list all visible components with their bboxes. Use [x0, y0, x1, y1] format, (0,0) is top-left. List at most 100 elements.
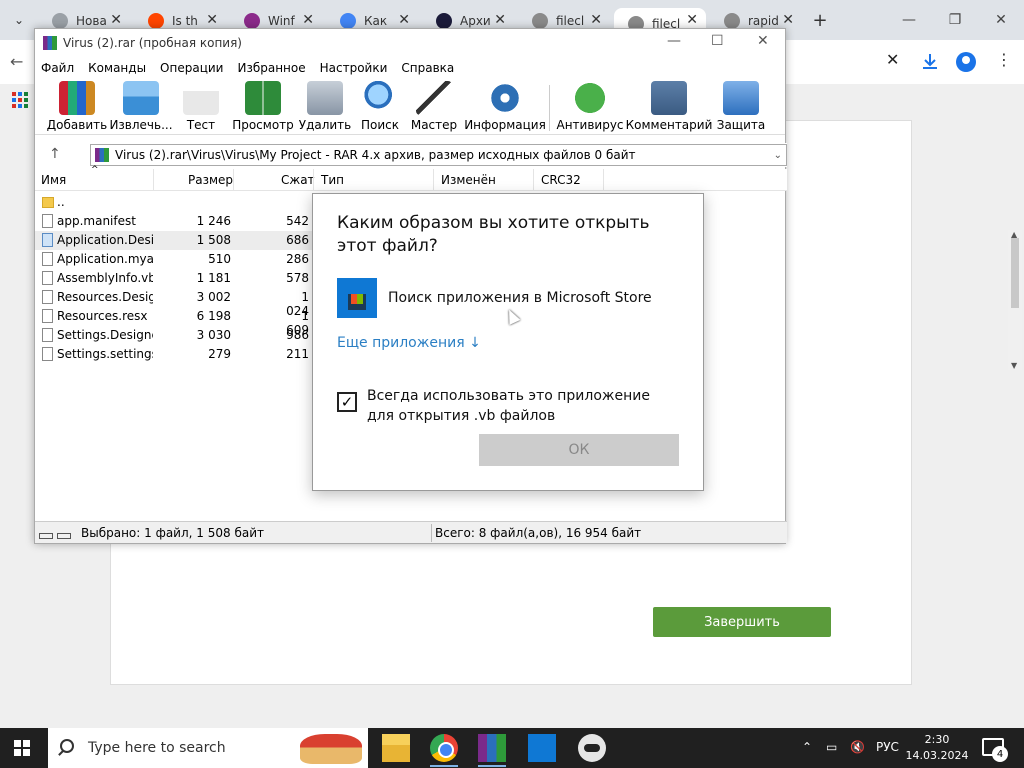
close-window-button[interactable]: ✕: [986, 8, 1016, 32]
tray-chevron-icon[interactable]: ⌃: [802, 740, 812, 754]
column-separator[interactable]: [313, 169, 314, 191]
page-scrollbar[interactable]: ▲ ▼: [1008, 230, 1022, 370]
column-separator[interactable]: [233, 169, 234, 191]
tab-close-icon[interactable]: ✕: [494, 12, 506, 28]
close-download-bubble-icon[interactable]: ✕: [886, 50, 899, 69]
column-separator[interactable]: [153, 169, 154, 191]
scroll-down-icon[interactable]: ▼: [1011, 361, 1017, 370]
minimize-button[interactable]: —: [894, 8, 924, 32]
file-name: Resources.Desig...: [57, 290, 153, 304]
winrar-menu-item[interactable]: Команды: [88, 61, 146, 75]
winrar-taskbar-icon[interactable]: [478, 734, 506, 762]
browser-tab-label: filecl: [556, 14, 585, 28]
back-arrow-icon[interactable]: ←: [10, 52, 23, 71]
file-row[interactable]: Application.mya... 510 286: [35, 250, 325, 269]
file-row[interactable]: ..: [35, 193, 325, 212]
file-list-header: Имя Размер Сжат Тип Изменён CRC32 ^: [35, 165, 787, 191]
file-row[interactable]: Settings.Designe... 3 030 986: [35, 326, 325, 345]
finish-button[interactable]: Завершить: [653, 607, 831, 637]
column-separator[interactable]: [603, 169, 604, 191]
tab-close-icon[interactable]: ✕: [590, 12, 602, 28]
winrar-menu-item[interactable]: Операции: [160, 61, 223, 75]
toolbar-button[interactable]: Информация: [464, 81, 546, 132]
chrome-active-indicator: [430, 765, 458, 767]
tab-search-chevron-icon[interactable]: ⌄: [6, 8, 32, 32]
tab-close-icon[interactable]: ✕: [206, 12, 218, 28]
system-clock[interactable]: 2:30 14.03.2024: [902, 732, 972, 764]
column-header[interactable]: Имя: [41, 173, 66, 187]
column-header[interactable]: Тип: [321, 173, 344, 187]
column-separator[interactable]: [433, 169, 434, 191]
path-dropdown-icon[interactable]: ⌄: [774, 150, 782, 161]
file-size: 1 508: [196, 233, 231, 247]
file-explorer-icon[interactable]: [382, 734, 410, 762]
toolbar-button[interactable]: Тест: [169, 81, 233, 132]
tab-close-icon[interactable]: ✕: [302, 12, 314, 28]
comment-icon: [651, 81, 687, 115]
toolbar-button[interactable]: Добавить: [45, 81, 109, 132]
file-packed-size: 211: [286, 347, 309, 361]
language-indicator[interactable]: РУС: [876, 740, 899, 754]
winrar-menu-item[interactable]: Избранное: [237, 61, 305, 75]
always-use-label[interactable]: Всегда использовать это приложение для о…: [367, 386, 677, 426]
info-icon: [487, 81, 523, 115]
app-taskbar-icon[interactable]: [578, 734, 606, 762]
toolbar-button[interactable]: Защита: [709, 81, 773, 132]
volume-muted-icon[interactable]: 🔇: [850, 740, 865, 754]
file-row[interactable]: Settings.settings 279 211: [35, 345, 325, 364]
profile-avatar-icon[interactable]: [956, 52, 976, 72]
new-tab-button[interactable]: +: [808, 8, 832, 32]
tab-close-icon[interactable]: ✕: [782, 12, 794, 28]
browser-tab-label: rapid: [748, 14, 779, 28]
tab-close-icon[interactable]: ✕: [110, 12, 122, 28]
tab-close-icon[interactable]: ✕: [398, 12, 410, 28]
toolbar-button[interactable]: Извлечь...: [109, 81, 173, 132]
scroll-thumb[interactable]: [1011, 238, 1019, 308]
column-header[interactable]: Размер: [188, 173, 233, 187]
column-header[interactable]: Изменён: [441, 173, 496, 187]
status-selected: Выбрано: 1 файл, 1 508 байт: [81, 526, 264, 540]
file-name: Settings.settings: [57, 347, 153, 361]
up-folder-icon[interactable]: ↑: [49, 146, 61, 162]
tab-close-icon[interactable]: ✕: [686, 12, 698, 28]
reddit-icon: [148, 13, 164, 29]
file-size: 1 246: [196, 214, 231, 228]
toolbar-button[interactable]: Комментарий: [626, 81, 712, 132]
winrar-menu-item[interactable]: Справка: [401, 61, 454, 75]
toolbar-separator: [549, 85, 550, 131]
toolbar-button[interactable]: Просмотр: [231, 81, 295, 132]
file-size: 1 181: [196, 271, 231, 285]
winrar-minimize-button[interactable]: —: [667, 33, 681, 49]
start-button[interactable]: [14, 740, 30, 756]
winrar-close-button[interactable]: ✕: [757, 33, 769, 49]
file-row[interactable]: app.manifest 1 246 542: [35, 212, 325, 231]
toolbar-button-label: Комментарий: [625, 118, 713, 132]
toolbar-button[interactable]: Мастер: [402, 81, 466, 132]
winrar-menu-item[interactable]: Файл: [41, 61, 74, 75]
winrar-menu-item[interactable]: Настройки: [320, 61, 388, 75]
always-use-checkbox[interactable]: ✓: [337, 392, 357, 412]
restore-button[interactable]: ❐: [940, 8, 970, 32]
browser-menu-icon[interactable]: ⋮: [996, 50, 1012, 69]
column-separator[interactable]: [533, 169, 534, 191]
column-header[interactable]: CRC32: [541, 173, 581, 187]
chrome-icon[interactable]: [430, 734, 458, 762]
more-apps-link[interactable]: Еще приложения ↓: [337, 335, 481, 351]
apps-grid-icon[interactable]: [12, 92, 28, 108]
file-row[interactable]: Resources.resx 6 198 1 609: [35, 307, 325, 337]
download-icon[interactable]: [920, 52, 940, 72]
network-icon[interactable]: ▭: [826, 740, 837, 754]
file-row[interactable]: Resources.Desig...3 0021 024: [35, 288, 325, 318]
file-row[interactable]: AssemblyInfo.vb 1 181 578: [35, 269, 325, 288]
ok-button[interactable]: ОК: [479, 434, 679, 466]
microsoft-store-taskbar-icon[interactable]: [528, 734, 556, 762]
toolbar-button[interactable]: Антивирус: [556, 81, 624, 132]
file-size: 3 030: [196, 328, 231, 342]
archive-icon: [95, 148, 109, 162]
file-row[interactable]: Application.Desi... 1 508 686: [35, 231, 325, 250]
path-combobox[interactable]: Virus (2).rar\Virus\Virus\My Project - R…: [90, 144, 787, 166]
winrar-maximize-button[interactable]: ☐: [711, 33, 724, 49]
search-highlight-pie-icon[interactable]: [300, 734, 362, 764]
toolbar-button-label: Удалить: [298, 118, 352, 132]
column-header[interactable]: Сжат: [281, 173, 315, 187]
